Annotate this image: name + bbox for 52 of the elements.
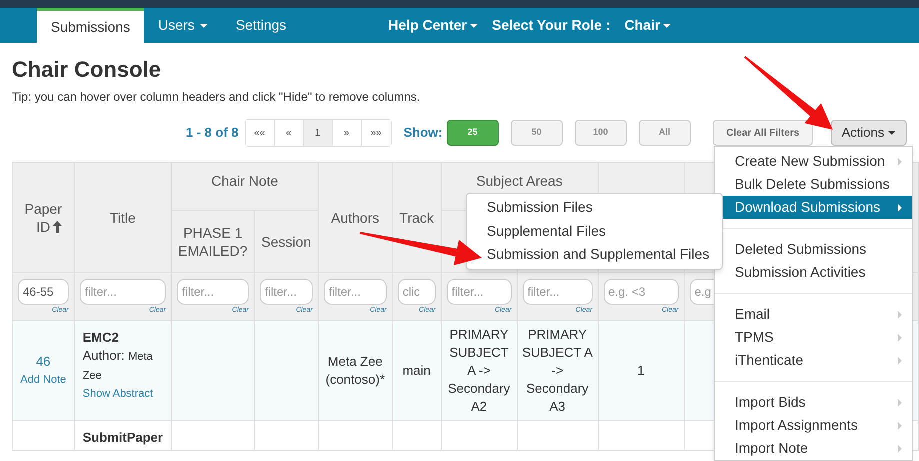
clear-filters-button[interactable]: Clear All Filters (712, 120, 814, 146)
filter-field[interactable]: filter... (80, 279, 166, 305)
menu-item[interactable]: Supplemental Files (467, 220, 722, 243)
menu-item[interactable]: Submission Activities (715, 261, 912, 284)
table-cell: PRIMARY SUBJECT A -> Secondary A3 (522, 326, 593, 414)
filter-field[interactable]: filter... (522, 279, 593, 305)
menu-item[interactable]: iThenticate (715, 349, 912, 372)
column-header[interactable]: Track (396, 208, 437, 226)
table-cell: Meta Zee (contoso)* (326, 354, 385, 386)
filter-field[interactable]: clic (398, 279, 436, 305)
page-title: Chair Console (12, 57, 162, 83)
filter-field[interactable]: filter... (446, 279, 512, 305)
caret-icon (663, 24, 672, 28)
show-abstract-link[interactable]: Show Abstract (82, 385, 164, 403)
table-cell: main (402, 362, 431, 378)
table-cell: PRIMARY SUBJECT A -> Secondary A2 (448, 326, 510, 414)
menu-item[interactable]: Create New Submission (715, 150, 912, 173)
page-button[interactable]: 1 (304, 120, 333, 146)
add-note-link[interactable]: Add Note (17, 370, 70, 388)
role-label: Select Your Role : (492, 16, 611, 35)
column-header[interactable]: Authors (322, 208, 388, 226)
caret-icon (888, 131, 896, 135)
nav-tab[interactable]: Users (144, 8, 222, 43)
menu-item[interactable]: Bulk Delete Submissions (715, 173, 912, 196)
filter-field[interactable]: 46-55 (18, 279, 69, 305)
table-cell: 1 (638, 362, 645, 378)
author-line: Author: Meta Zee (82, 347, 154, 384)
filter-field[interactable]: filter... (177, 279, 249, 305)
menu-item[interactable]: Email (715, 303, 912, 326)
filter-field[interactable]: filter... (260, 279, 313, 305)
nav-menu[interactable]: Help Center (388, 15, 478, 36)
nav-tab[interactable]: Settings (222, 8, 301, 43)
nav-menu[interactable]: Chair (624, 15, 672, 36)
filter-field[interactable]: e.g. <3 (604, 279, 679, 305)
column-group-header: Chair Note (212, 173, 278, 189)
tip-text: Tip: you can hover over column headers and click "Hide" to remove columns. (12, 89, 422, 106)
page-button[interactable]: «« (246, 120, 275, 146)
show-label: Show: (404, 124, 443, 142)
column-header[interactable]: Title (78, 208, 168, 226)
nav-tab[interactable]: Submissions (37, 8, 144, 43)
caret-icon (470, 24, 478, 28)
page-range: 1 - 8 of 8 (186, 124, 239, 142)
paper-id: 46 (35, 352, 52, 370)
filter-field[interactable]: filter... (324, 279, 387, 305)
menu-item[interactable]: Import Bids (715, 391, 912, 414)
menu-item[interactable]: Import Assignments (715, 414, 912, 437)
paper-title: SubmitPaper (82, 429, 164, 447)
menu-item[interactable]: TPMS (715, 326, 912, 349)
paper-title: EMC2 (82, 329, 120, 347)
actions-button[interactable]: Actions (831, 120, 907, 146)
menu-item[interactable]: Import Note (715, 437, 912, 460)
column-group-header: Subject Areas (476, 173, 563, 189)
